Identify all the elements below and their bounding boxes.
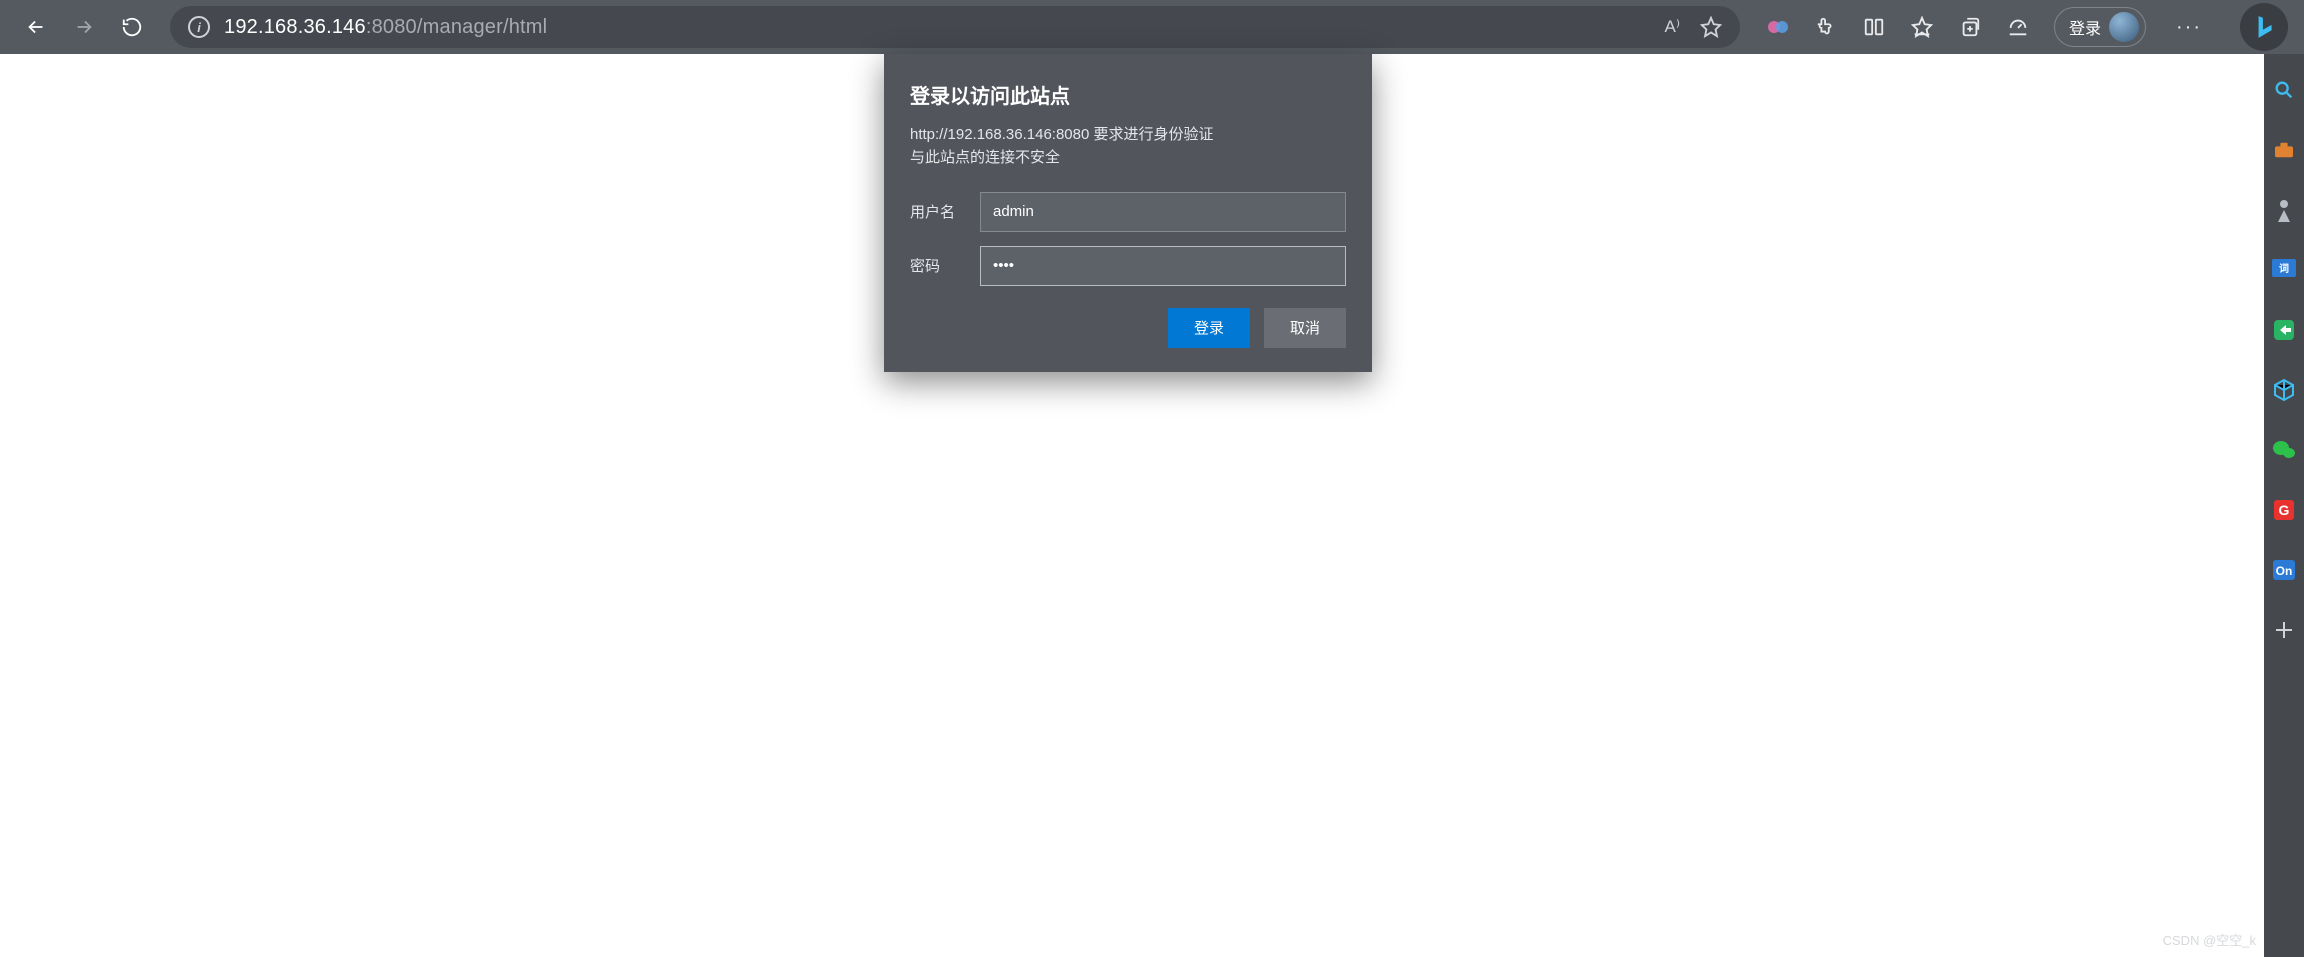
sidebar-tools-icon[interactable]: [2270, 136, 2298, 164]
sidebar-gdoc-icon[interactable]: G: [2270, 496, 2298, 524]
site-info-icon[interactable]: i: [188, 16, 210, 38]
dialog-actions: 登录 取消: [910, 308, 1346, 348]
profile-login-label: 登录: [2069, 15, 2101, 39]
avatar-icon: [2109, 12, 2139, 42]
forward-button[interactable]: [64, 7, 104, 47]
username-row: 用户名: [910, 192, 1346, 232]
browser-toolbar: i 192.168.36.146:8080/manager/html A⁾ 登录: [0, 0, 2304, 54]
password-label: 密码: [910, 255, 980, 276]
back-button[interactable]: [16, 7, 56, 47]
sidebar-add-icon[interactable]: [2270, 616, 2298, 644]
bing-button[interactable]: [2240, 3, 2288, 51]
toolbar-actions: 登录 ···: [1758, 3, 2288, 51]
cancel-button[interactable]: 取消: [1264, 308, 1346, 348]
sidebar-games-icon[interactable]: [2270, 196, 2298, 224]
more-menu-button[interactable]: ···: [2170, 16, 2208, 39]
edge-sidebar: 词 G On: [2264, 54, 2304, 957]
password-input[interactable]: [980, 246, 1346, 286]
copilot-icon[interactable]: [1766, 15, 1790, 39]
dialog-message-line2: 与此站点的连接不安全: [910, 149, 1060, 166]
http-auth-dialog: 登录以访问此站点 http://192.168.36.146:8080 要求进行…: [884, 54, 1372, 372]
read-aloud-icon[interactable]: A⁾: [1664, 17, 1680, 37]
dialog-message-line1: http://192.168.36.146:8080 要求进行身份验证: [910, 126, 1214, 143]
refresh-button[interactable]: [112, 7, 152, 47]
username-input[interactable]: [980, 192, 1346, 232]
sidebar-wechat-icon[interactable]: [2270, 436, 2298, 464]
performance-icon[interactable]: [2006, 15, 2030, 39]
login-button[interactable]: 登录: [1168, 308, 1250, 348]
username-label: 用户名: [910, 201, 980, 222]
dialog-message: http://192.168.36.146:8080 要求进行身份验证 与此站点…: [910, 123, 1346, 170]
address-bar[interactable]: i 192.168.36.146:8080/manager/html A⁾: [170, 6, 1740, 48]
sidebar-share-icon[interactable]: [2270, 316, 2298, 344]
password-row: 密码: [910, 246, 1346, 286]
sidebar-translate-icon[interactable]: 词: [2270, 256, 2298, 284]
sidebar-search-icon[interactable]: [2270, 76, 2298, 104]
sidebar-onenote-icon[interactable]: On: [2270, 556, 2298, 584]
svg-text:On: On: [2276, 564, 2293, 578]
url-host: 192.168.36.146: [224, 16, 366, 38]
split-screen-icon[interactable]: [1862, 15, 1886, 39]
favorites-icon[interactable]: [1910, 15, 1934, 39]
svg-text:G: G: [2279, 502, 2290, 518]
sidebar-cube-icon[interactable]: [2270, 376, 2298, 404]
svg-text:词: 词: [2279, 262, 2289, 275]
url-path: :8080/manager/html: [366, 16, 547, 38]
dialog-title: 登录以访问此站点: [910, 80, 1346, 109]
watermark: CSDN @空空_k: [2163, 930, 2256, 949]
url-text: 192.168.36.146:8080/manager/html: [224, 16, 547, 39]
favorite-icon[interactable]: [1700, 16, 1722, 38]
extensions-icon[interactable]: [1814, 15, 1838, 39]
profile-login-button[interactable]: 登录: [2054, 7, 2146, 47]
collections-icon[interactable]: [1958, 15, 1982, 39]
